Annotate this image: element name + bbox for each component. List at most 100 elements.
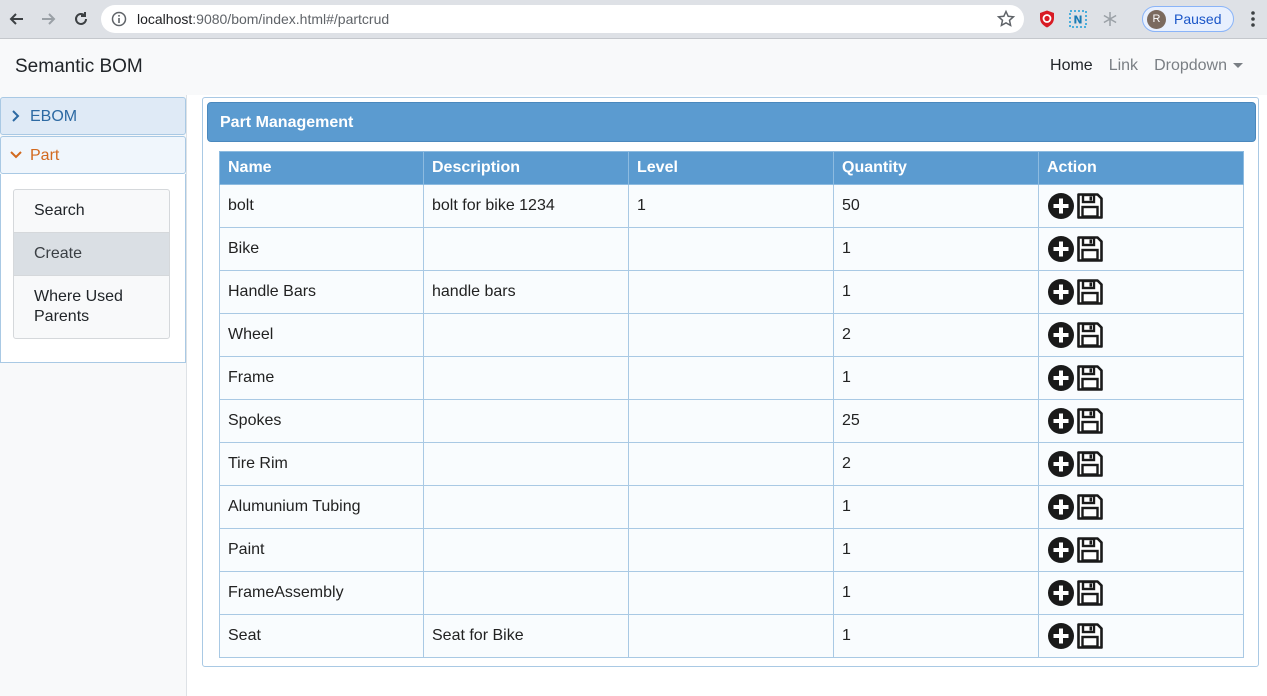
cell-quantity: 1 — [833, 270, 1039, 314]
cell-name: Handle Bars — [219, 270, 424, 314]
cell-action — [1038, 227, 1244, 271]
extension-snowflake-icon[interactable] — [1100, 9, 1120, 29]
floppy-disk-icon[interactable] — [1076, 364, 1104, 392]
table-row: bolt bolt for bike 1234 1 50 — [219, 184, 1244, 228]
parts-table: Name Description Level Quantity Action b… — [219, 151, 1244, 658]
floppy-disk-icon[interactable] — [1076, 536, 1104, 564]
row-actions — [1047, 364, 1235, 392]
browser-toolbar: localhost:9080/bom/index.html#/partcrud … — [0, 0, 1267, 39]
plus-circle-icon[interactable] — [1047, 536, 1075, 564]
cell-quantity: 1 — [833, 614, 1039, 658]
cell-quantity: 1 — [833, 227, 1039, 271]
nav-dropdown-toggle[interactable]: Dropdown — [1146, 57, 1251, 75]
cell-name: Wheel — [219, 313, 424, 357]
plus-circle-icon[interactable] — [1047, 579, 1075, 607]
floppy-disk-icon[interactable] — [1076, 579, 1104, 607]
plus-circle-icon[interactable] — [1047, 278, 1075, 306]
table-row: Bike 1 — [219, 227, 1244, 271]
floppy-disk-icon[interactable] — [1076, 407, 1104, 435]
cell-level — [628, 270, 834, 314]
cell-quantity: 2 — [833, 442, 1039, 486]
panel-header: Part Management — [207, 102, 1256, 142]
cell-action — [1038, 356, 1244, 400]
table-row: Alumunium Tubing 1 — [219, 485, 1244, 529]
cell-level — [628, 485, 834, 529]
nav-home-link[interactable]: Home — [1042, 57, 1101, 75]
chevron-down-icon — [10, 151, 22, 159]
cell-quantity: 1 — [833, 485, 1039, 529]
info-icon[interactable] — [111, 11, 127, 27]
forward-arrow-icon[interactable] — [37, 8, 59, 30]
cell-quantity: 1 — [833, 571, 1039, 615]
cell-action — [1038, 399, 1244, 443]
cell-name: bolt — [219, 184, 424, 228]
table-row: Paint 1 — [219, 528, 1244, 572]
cell-level: 1 — [628, 184, 834, 228]
extension-n-icon[interactable]: N — [1068, 9, 1088, 29]
cell-level — [628, 356, 834, 400]
cell-action — [1038, 184, 1244, 228]
floppy-disk-icon[interactable] — [1076, 235, 1104, 263]
floppy-disk-icon[interactable] — [1076, 278, 1104, 306]
reload-icon[interactable] — [70, 8, 92, 30]
nav-link[interactable]: Link — [1101, 57, 1146, 75]
plus-circle-icon[interactable] — [1047, 407, 1075, 435]
floppy-disk-icon[interactable] — [1076, 321, 1104, 349]
cell-action — [1038, 313, 1244, 357]
plus-circle-icon[interactable] — [1047, 321, 1075, 349]
subnav-item-search[interactable]: Search — [14, 190, 169, 233]
table-row: Handle Bars handle bars 1 — [219, 270, 1244, 314]
cell-action — [1038, 528, 1244, 572]
plus-circle-icon[interactable] — [1047, 493, 1075, 521]
table-row: Seat Seat for Bike 1 — [219, 614, 1244, 658]
panel-title: Part Management — [220, 114, 354, 131]
subnav-item-create[interactable]: Create — [14, 233, 169, 276]
cell-action — [1038, 571, 1244, 615]
bookmark-star-icon[interactable] — [996, 9, 1016, 29]
sidebar: EBOM Part Search Create Where Used Paren… — [0, 95, 187, 696]
cell-name: Bike — [219, 227, 424, 271]
profile-button[interactable]: R Paused — [1142, 6, 1234, 32]
back-arrow-icon[interactable] — [6, 8, 28, 30]
plus-circle-icon[interactable] — [1047, 192, 1075, 220]
cell-name: FrameAssembly — [219, 571, 424, 615]
cell-description: bolt for bike 1234 — [423, 184, 629, 228]
caret-down-icon — [1233, 63, 1243, 69]
part-management-panel: Part Management Name Description Level Q… — [202, 97, 1259, 667]
accordion-ebom-header[interactable]: EBOM — [0, 97, 186, 135]
row-actions — [1047, 407, 1235, 435]
cell-description — [423, 313, 629, 357]
plus-circle-icon[interactable] — [1047, 450, 1075, 478]
cell-quantity: 2 — [833, 313, 1039, 357]
cell-level — [628, 442, 834, 486]
cell-name: Frame — [219, 356, 424, 400]
floppy-disk-icon[interactable] — [1076, 450, 1104, 478]
table-row: FrameAssembly 1 — [219, 571, 1244, 615]
plus-circle-icon[interactable] — [1047, 235, 1075, 263]
extension-shield-icon[interactable] — [1037, 9, 1057, 29]
cell-action — [1038, 485, 1244, 529]
cell-name: Spokes — [219, 399, 424, 443]
column-header-description: Description — [423, 151, 629, 185]
row-actions — [1047, 278, 1235, 306]
address-bar[interactable]: localhost:9080/bom/index.html#/partcrud — [101, 5, 1024, 33]
cell-description — [423, 485, 629, 529]
plus-circle-icon[interactable] — [1047, 622, 1075, 650]
accordion-part-label: Part — [30, 147, 60, 164]
column-header-action: Action — [1038, 151, 1244, 185]
cell-level — [628, 528, 834, 572]
row-actions — [1047, 622, 1235, 650]
column-header-quantity: Quantity — [833, 151, 1039, 185]
brand-title[interactable]: Semantic BOM — [15, 56, 143, 78]
accordion-part-header[interactable]: Part — [0, 136, 186, 174]
floppy-disk-icon[interactable] — [1076, 622, 1104, 650]
floppy-disk-icon[interactable] — [1076, 192, 1104, 220]
row-actions — [1047, 493, 1235, 521]
floppy-disk-icon[interactable] — [1076, 493, 1104, 521]
plus-circle-icon[interactable] — [1047, 364, 1075, 392]
kebab-menu-icon[interactable] — [1247, 9, 1259, 29]
cell-name: Tire Rim — [219, 442, 424, 486]
subnav-item-where-used-parents[interactable]: Where Used Parents — [14, 276, 144, 338]
table-row: Frame 1 — [219, 356, 1244, 400]
cell-level — [628, 399, 834, 443]
